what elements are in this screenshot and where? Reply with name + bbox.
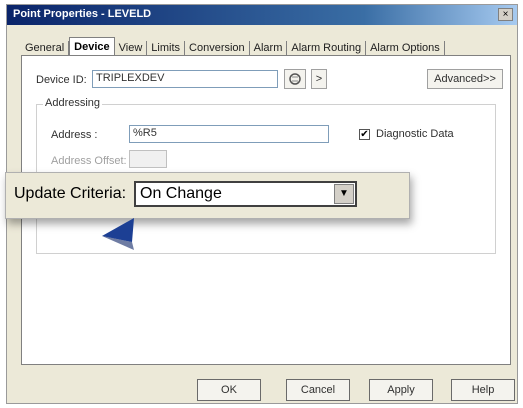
address-label: Address : bbox=[51, 129, 98, 141]
next-device-button[interactable]: > bbox=[311, 69, 327, 89]
tab-general[interactable]: General bbox=[21, 41, 70, 56]
ok-button[interactable]: OK bbox=[197, 379, 261, 401]
address-field[interactable]: %R5 bbox=[129, 125, 329, 143]
tab-conversion[interactable]: Conversion bbox=[185, 41, 250, 56]
update-criteria-select[interactable]: On Change ▼ bbox=[134, 181, 357, 207]
address-offset-field[interactable] bbox=[129, 150, 167, 168]
device-id-label: Device ID: bbox=[36, 74, 87, 86]
browse-device-button[interactable] bbox=[284, 69, 306, 89]
browse-icon bbox=[289, 73, 301, 85]
help-button[interactable]: Help bbox=[451, 379, 515, 401]
update-criteria-callout: Update Criteria: On Change ▼ bbox=[5, 172, 410, 219]
advanced-button[interactable]: Advanced>> bbox=[427, 69, 503, 89]
window-title: Point Properties - LEVELD bbox=[13, 8, 152, 20]
device-id-field[interactable]: TRIPLEXDEV bbox=[92, 70, 278, 88]
apply-button[interactable]: Apply bbox=[369, 379, 433, 401]
tab-alarm[interactable]: Alarm bbox=[250, 41, 288, 56]
address-offset-label: Address Offset: bbox=[51, 155, 127, 167]
tab-alarm-routing[interactable]: Alarm Routing bbox=[287, 41, 367, 56]
update-criteria-label: Update Criteria: bbox=[14, 185, 127, 202]
tab-device[interactable]: Device bbox=[69, 37, 115, 56]
tab-alarm-options[interactable]: Alarm Options bbox=[366, 41, 445, 56]
diagnostic-data-label: Diagnostic Data bbox=[376, 128, 454, 140]
tab-limits[interactable]: Limits bbox=[147, 41, 186, 56]
cancel-button[interactable]: Cancel bbox=[286, 379, 350, 401]
tab-view[interactable]: View bbox=[115, 41, 148, 56]
update-criteria-value: On Change bbox=[140, 185, 222, 202]
close-button[interactable]: × bbox=[498, 8, 513, 21]
tab-strip: General Device View Limits Conversion Al… bbox=[21, 37, 487, 56]
title-bar[interactable]: Point Properties - LEVELD × bbox=[7, 5, 517, 25]
diagnostic-data-checkbox[interactable]: ✔ bbox=[359, 129, 370, 140]
chevron-down-icon[interactable]: ▼ bbox=[334, 184, 354, 204]
pointer-arrow-icon bbox=[102, 218, 134, 250]
addressing-group-title: Addressing bbox=[43, 97, 103, 109]
